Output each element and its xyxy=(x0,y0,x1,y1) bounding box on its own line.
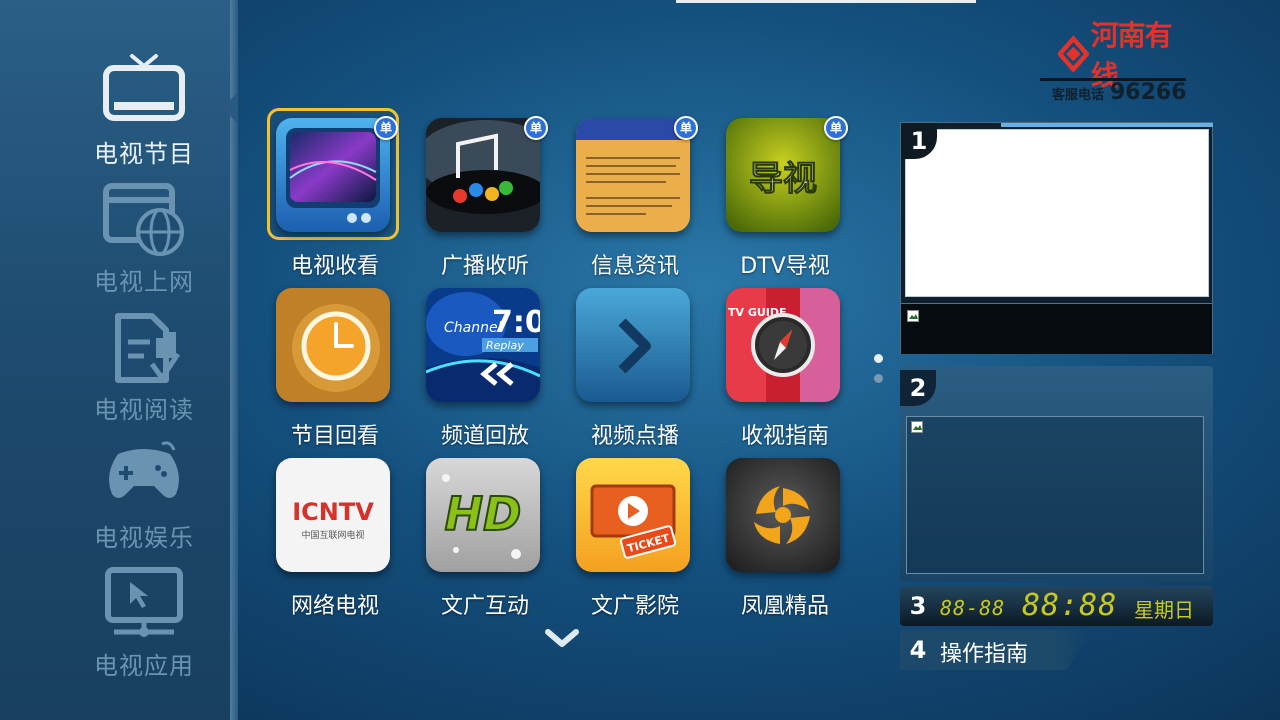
chevron-down-icon[interactable] xyxy=(544,628,580,650)
app-info-news[interactable]: 单 信息资讯 xyxy=(560,108,710,279)
preview-panel-2[interactable]: 2 xyxy=(900,366,1213,582)
panel-number: 4 xyxy=(909,636,927,664)
app-label: 频道回放 xyxy=(440,424,529,449)
app-label: 电视收看 xyxy=(290,254,379,279)
clock-date: 88-88 xyxy=(940,596,1006,620)
sidebar-item-label: 电视阅读 xyxy=(94,396,194,424)
tv-icon xyxy=(100,52,188,132)
tv-watch-icon xyxy=(276,118,390,232)
app-label: 视频点播 xyxy=(590,424,679,449)
hotline-number: 96266 xyxy=(1110,80,1187,105)
preview-info-bar xyxy=(901,303,1212,354)
tile-text-replay: Replay xyxy=(486,339,524,352)
sidebar-item-tv-web[interactable]: 电视上网 xyxy=(60,180,228,297)
brand-mark-icon xyxy=(1058,35,1089,73)
hd-icon: HD xyxy=(426,458,540,572)
monitor-cursor-icon xyxy=(100,564,188,644)
clock-panel: 3 88-88 88:88 星期日 xyxy=(900,586,1213,626)
app-phoenix[interactable]: 凤凰精品 xyxy=(710,448,860,619)
preview-screen xyxy=(905,129,1209,297)
reading-doc-icon xyxy=(100,308,188,388)
tile-text: ICNTV xyxy=(292,498,374,526)
brand-logo: 河南有线 客服电话 96266 xyxy=(1040,19,1188,110)
panel-number: 3 xyxy=(909,592,927,620)
tile-text: 导视 xyxy=(749,159,817,199)
play-vod-icon xyxy=(576,288,690,402)
compass-guide-icon: TV GUIDE xyxy=(726,288,840,402)
sidebar-item-label: 电视节目 xyxy=(94,140,194,168)
app-tv-watch[interactable]: 单 电视收看 xyxy=(260,108,410,279)
sidebar-item-label: 电视应用 xyxy=(94,652,194,680)
panel-number: 2 xyxy=(900,370,936,406)
sidebar-item-tv-entertainment[interactable]: 电视娱乐 xyxy=(60,436,228,553)
broken-image-icon xyxy=(907,310,919,322)
app-interactive[interactable]: HD 文广互动 xyxy=(410,448,560,619)
app-internet-tv[interactable]: ICNTV 中国互联网电视 网络电视 xyxy=(260,448,410,619)
page-dot[interactable] xyxy=(874,374,883,383)
channel-replay-icon: Channel 7:0 Replay xyxy=(426,288,540,402)
app-label: 文广影院 xyxy=(590,594,679,619)
icntv-icon: ICNTV 中国互联网电视 xyxy=(276,458,390,572)
app-label: 收视指南 xyxy=(740,424,829,449)
gamepad-icon xyxy=(100,436,188,516)
app-program-replay[interactable]: 节目回看 xyxy=(260,278,410,449)
app-label: 网络电视 xyxy=(290,594,379,619)
app-dtv-guide[interactable]: 导视 单 DTV导视 xyxy=(710,108,860,279)
app-label: 节目回看 xyxy=(290,424,379,449)
app-label: 信息资讯 xyxy=(590,254,679,279)
preview-panel-1[interactable]: 1 xyxy=(900,122,1213,354)
tile-text-time: 7:0 xyxy=(492,305,540,340)
top-indicator-strip xyxy=(676,0,976,3)
web-globe-icon xyxy=(100,180,188,260)
sidebar-item-label: 电视娱乐 xyxy=(94,524,194,552)
app-cinema[interactable]: TICKET 文广影院 xyxy=(560,448,710,619)
dtv-guide-icon: 导视 xyxy=(726,118,840,232)
app-video-on-demand[interactable]: 视频点播 xyxy=(560,278,710,449)
tile-subtext: 中国互联网电视 xyxy=(301,529,364,541)
hotline-label: 客服电话 xyxy=(1052,88,1105,103)
sidebar-item-label: 电视上网 xyxy=(94,268,194,296)
clock-replay-icon xyxy=(276,288,390,402)
radio-music-icon xyxy=(426,118,540,232)
sidebar-item-tv-programs[interactable]: 电视节目 xyxy=(60,52,228,169)
clock-weekday: 星期日 xyxy=(1134,598,1194,622)
single-badge: 单 xyxy=(674,116,698,140)
operation-guide-button[interactable]: 4 操作指南 xyxy=(900,630,1090,670)
operation-guide-label: 操作指南 xyxy=(940,642,1029,667)
tile-text: HD xyxy=(445,487,522,541)
app-label: 凤凰精品 xyxy=(740,594,829,619)
app-tv-guide[interactable]: TV GUIDE 收视指南 xyxy=(710,278,860,449)
single-badge: 单 xyxy=(824,116,848,140)
single-badge: 单 xyxy=(524,116,548,140)
info-news-icon xyxy=(576,118,690,232)
app-label: 广播收听 xyxy=(440,254,529,279)
app-label: DTV导视 xyxy=(740,254,830,279)
sidebar-item-tv-apps[interactable]: 电视应用 xyxy=(60,564,228,681)
app-channel-replay[interactable]: Channel 7:0 Replay 频道回放 xyxy=(410,278,560,449)
app-label: 文广互动 xyxy=(440,594,529,619)
page-indicator xyxy=(874,354,886,394)
sidebar-item-tv-reading[interactable]: 电视阅读 xyxy=(60,308,228,425)
ad-slot xyxy=(906,416,1204,574)
app-radio[interactable]: 单 广播收听 xyxy=(410,108,560,279)
single-badge: 单 xyxy=(374,116,398,140)
clock-time: 88:88 xyxy=(1022,588,1118,623)
phoenix-icon xyxy=(726,458,840,572)
ticket-cinema-icon: TICKET xyxy=(576,458,690,572)
broken-image-icon xyxy=(911,421,923,433)
page-dot-active[interactable] xyxy=(874,354,883,363)
